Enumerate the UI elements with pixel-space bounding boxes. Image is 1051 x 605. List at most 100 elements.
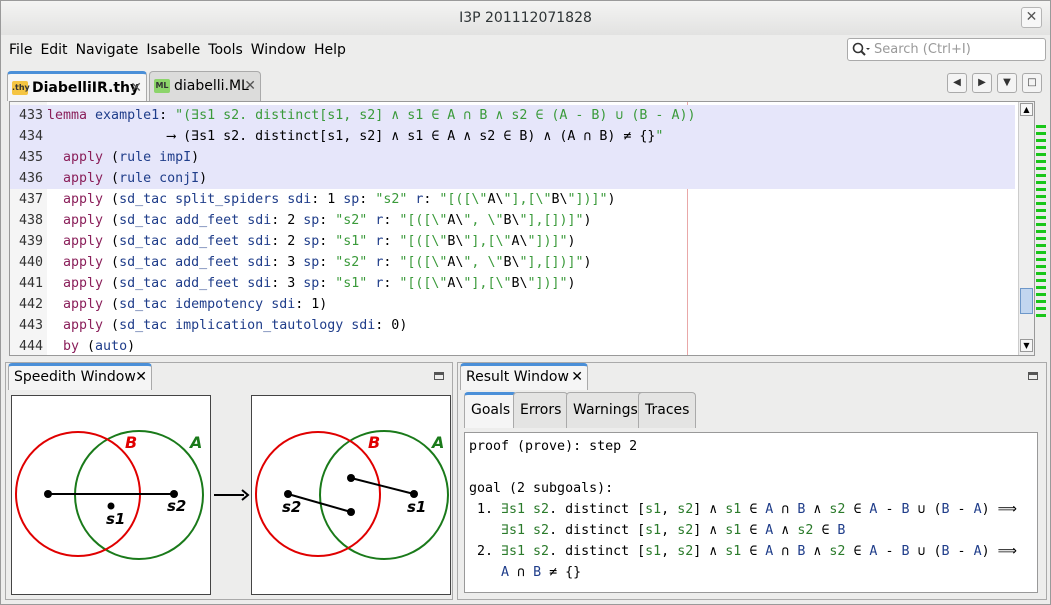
line-text: apply (rule impI) xyxy=(63,150,200,165)
line-text: apply (sd_tac add_feet sdi: 3 sp: "s2" r… xyxy=(63,255,592,270)
code-line[interactable]: 440 apply (sd_tac add_feet sdi: 3 sp: "s… xyxy=(10,252,1015,273)
line-text: by (auto) xyxy=(63,339,136,354)
menu-edit[interactable]: Edit xyxy=(40,42,67,58)
panel-title: Result Window xyxy=(466,369,569,385)
code-line[interactable]: 443 apply (sd_tac implication_tautology … xyxy=(10,315,1015,336)
menu-help[interactable]: Help xyxy=(314,42,346,58)
menu-file[interactable]: File xyxy=(9,42,32,58)
line-text: apply (sd_tac add_feet sdi: 3 sp: "s1" r… xyxy=(63,276,576,291)
line-text: apply (sd_tac add_feet sdi: 2 sp: "s2" r… xyxy=(63,213,592,228)
code-line[interactable]: 435 apply (rule impI) xyxy=(10,147,1015,168)
tab-goals[interactable]: Goals xyxy=(464,392,518,428)
speedith-panel: Speedith Window ✕ B A s1 s2 B A s2 s1 xyxy=(5,362,453,600)
code-line[interactable]: 444 by (auto) xyxy=(10,336,1015,355)
code-line[interactable]: 434 ⟶ (∃s1 s2. distinct[s1, s2] ∧ s1 ∈ A… xyxy=(10,126,1015,147)
code-line[interactable]: 441 apply (sd_tac add_feet sdi: 3 sp: "s… xyxy=(10,273,1015,294)
menu-window[interactable]: Window xyxy=(251,42,306,58)
tab-warnings[interactable]: Warnings xyxy=(566,392,645,428)
tab-speedith-window[interactable]: Speedith Window ✕ xyxy=(8,363,152,390)
goal-header: goal (2 subgoals): xyxy=(469,481,614,496)
line-text: ⟶ (∃s1 s2. distinct[s1, s2] ∧ s1 ∈ A ∧ s… xyxy=(47,129,664,144)
spider-foot xyxy=(410,490,418,498)
code-line[interactable]: 438 apply (sd_tac add_feet sdi: 2 sp: "s… xyxy=(10,210,1015,231)
line-number: 442 xyxy=(18,297,43,312)
ml-file-icon: ML xyxy=(154,79,170,93)
spider-foot xyxy=(107,502,115,510)
contour-label-a: A xyxy=(430,433,444,452)
close-tab-icon[interactable]: ✕ xyxy=(571,366,583,389)
search-placeholder: Search (Ctrl+I) xyxy=(874,42,971,57)
close-tab-icon[interactable]: ✕ xyxy=(244,72,256,100)
proof-state: proof (prove): step 2 xyxy=(469,439,638,454)
line-text: apply (sd_tac split_spiders sdi: 1 sp: "… xyxy=(63,192,616,207)
subgoal-2: 2. ∃s1 s2. distinct [s1, s2] ∧ s1 ∈ A ∩ … xyxy=(469,544,1017,580)
editor-scrollbar[interactable]: ▲ ▼ xyxy=(1018,102,1034,355)
tab-diabelliir-thy[interactable]: .thy DiabelliIR.thy ✕ xyxy=(7,71,147,101)
line-text: apply (rule conjI) xyxy=(63,171,208,186)
search-input[interactable]: Search (Ctrl+I) xyxy=(847,38,1046,61)
editor-tabs: .thy DiabelliIR.thy ✕ ML diabelli.ML ✕ ◀… xyxy=(1,67,1050,101)
spider-label-s2: s2 xyxy=(167,497,186,515)
spider-label-s2: s2 xyxy=(282,498,301,516)
minimize-icon[interactable] xyxy=(434,372,444,380)
spider-foot xyxy=(44,490,52,498)
window-title: I3P 201112071828 xyxy=(459,10,592,26)
contour-label-a: A xyxy=(188,433,202,452)
thy-file-icon: .thy xyxy=(12,81,30,95)
arrow-icon xyxy=(214,489,250,501)
prev-tab-button[interactable]: ◀ xyxy=(947,73,967,93)
contour-label-b: B xyxy=(368,433,380,452)
goals-output: proof (prove): step 2 goal (2 subgoals):… xyxy=(464,432,1038,593)
line-text: apply (sd_tac implication_tautology sdi:… xyxy=(63,318,408,333)
next-tab-button[interactable]: ▶ xyxy=(972,73,992,93)
menu-isabelle[interactable]: Isabelle xyxy=(146,42,200,58)
line-number: 439 xyxy=(18,234,43,249)
line-number: 434 xyxy=(18,129,43,144)
line-number: 433 xyxy=(18,108,43,123)
menu-navigate[interactable]: Navigate xyxy=(76,42,139,58)
spider-diagram-left: B A s1 s2 xyxy=(11,395,211,595)
maximize-button[interactable]: □ xyxy=(1022,73,1042,93)
result-panel: Result Window ✕ Goals Errors Warnings Tr… xyxy=(457,362,1047,600)
code-line[interactable]: 433 lemma example1: "(∃s1 s2. distinct[s1… xyxy=(10,105,1015,126)
line-text: lemma example1: "(∃s1 s2. distinct[s1, s… xyxy=(47,108,696,123)
title-bar: I3P 201112071828 ✕ xyxy=(1,1,1050,35)
code-editor[interactable]: 433 lemma example1: "(∃s1 s2. distinct[s1… xyxy=(9,101,1035,356)
tab-label: DiabelliIR.thy xyxy=(32,80,140,96)
spider-diagram-right: B A s2 s1 xyxy=(251,395,451,595)
tab-list-button[interactable]: ▼ xyxy=(997,73,1017,93)
line-number: 443 xyxy=(18,318,43,333)
spider-foot xyxy=(347,474,355,482)
error-overview-bar[interactable] xyxy=(1035,101,1047,356)
tab-errors[interactable]: Errors xyxy=(513,392,569,428)
code-line[interactable]: 436 apply (rule conjI) xyxy=(10,168,1015,189)
spider-foot xyxy=(284,490,292,498)
editor-lines: 433 lemma example1: "(∃s1 s2. distinct[s1… xyxy=(10,105,1015,355)
minimize-icon[interactable] xyxy=(1028,372,1038,380)
line-number: 435 xyxy=(18,150,43,165)
contour-label-b: B xyxy=(125,433,137,452)
line-number: 440 xyxy=(18,255,43,270)
subgoal-1: 1. ∃s1 s2. distinct [s1, s2] ∧ s1 ∈ A ∩ … xyxy=(469,502,1017,538)
line-text: apply (sd_tac add_feet sdi: 2 sp: "s1" r… xyxy=(63,234,576,249)
code-line[interactable]: 437 apply (sd_tac split_spiders sdi: 1 s… xyxy=(10,189,1015,210)
tab-result-window[interactable]: Result Window ✕ xyxy=(460,363,588,390)
menu-tools[interactable]: Tools xyxy=(208,42,243,58)
menu-bar: File Edit Navigate Isabelle Tools Window… xyxy=(1,35,1050,65)
close-tab-icon[interactable]: ✕ xyxy=(135,366,147,389)
line-number: 436 xyxy=(18,171,43,186)
tab-traces[interactable]: Traces xyxy=(638,392,697,428)
code-line[interactable]: 442 apply (sd_tac idempotency sdi: 1) xyxy=(10,294,1015,315)
line-number: 438 xyxy=(18,213,43,228)
panel-title: Speedith Window xyxy=(14,369,136,385)
close-tab-icon[interactable]: ✕ xyxy=(130,74,142,102)
app-window: I3P 201112071828 ✕ File Edit Navigate Is… xyxy=(0,0,1051,605)
line-text: apply (sd_tac idempotency sdi: 1) xyxy=(63,297,328,312)
line-number: 441 xyxy=(18,276,43,291)
close-window-button[interactable]: ✕ xyxy=(1021,7,1042,28)
code-line[interactable]: 439 apply (sd_tac add_feet sdi: 2 sp: "s… xyxy=(10,231,1015,252)
search-icon xyxy=(852,42,870,56)
tab-diabelli-ml[interactable]: ML diabelli.ML ✕ xyxy=(149,71,261,101)
spider-label-s1: s1 xyxy=(407,498,426,516)
contour-a-right xyxy=(319,430,449,560)
